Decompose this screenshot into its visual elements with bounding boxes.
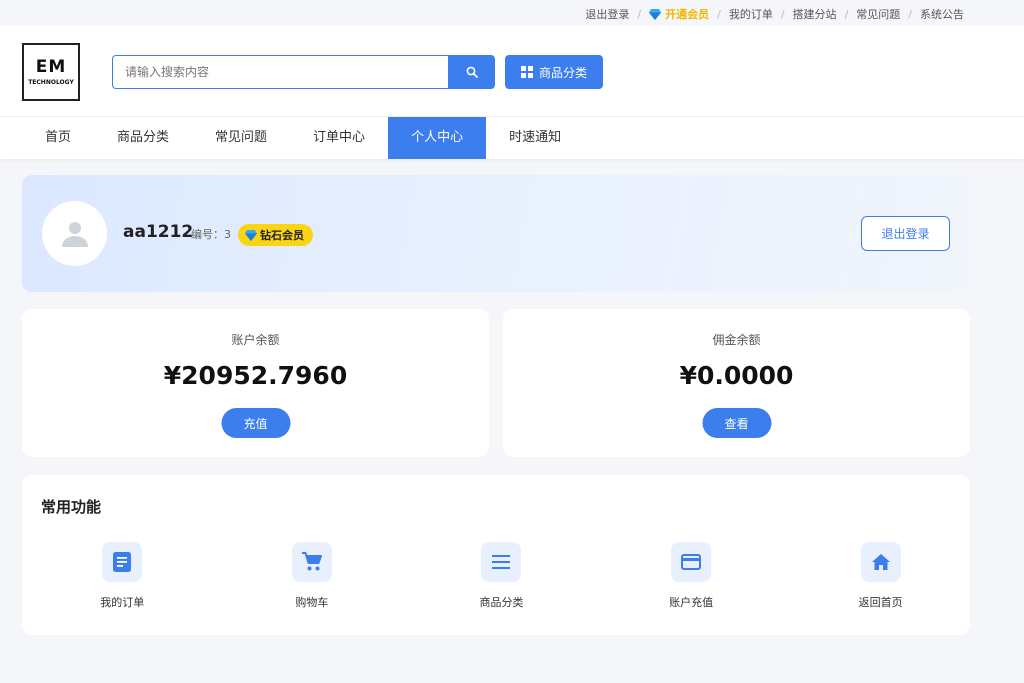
- list-icon: [481, 542, 522, 582]
- function-label: 账户充值: [669, 596, 714, 609]
- user-icon: [61, 221, 88, 247]
- commission-card: 佣金余额 ¥0.0000 查看: [503, 309, 970, 457]
- balance-amount: ¥20952.7960: [163, 361, 348, 390]
- logo-title: EM: [35, 56, 67, 77]
- commission-label: 佣金余额: [712, 333, 761, 347]
- nav-item-faq[interactable]: 常见问题: [192, 117, 290, 159]
- divider: /: [717, 7, 721, 21]
- member-badge-label: 钻石会员: [260, 229, 304, 242]
- top-faq-link[interactable]: 常见问题: [856, 6, 900, 22]
- function-my-orders[interactable]: 我的订单: [33, 542, 212, 610]
- top-logout-link[interactable]: 退出登录: [585, 6, 629, 22]
- diamond-icon: [649, 8, 662, 20]
- username: aa1212: [123, 222, 194, 242]
- top-vip-link[interactable]: 开通会员: [649, 6, 709, 22]
- functions-grid: 我的订单 购物车 商品分类 账户充值 返回首页: [22, 542, 970, 610]
- diamond-icon: [245, 229, 257, 241]
- functions-title: 常用功能: [41, 498, 102, 516]
- top-build-branch-link[interactable]: 搭建分站: [793, 6, 837, 22]
- category-button-label: 商品分类: [538, 65, 587, 80]
- nav-item-home[interactable]: 首页: [22, 117, 94, 159]
- top-bar: 退出登录 / 开通会员 / 我的订单 / 搭建分站 / 常见问题 / 系统公告: [0, 0, 1024, 26]
- logout-button[interactable]: 退出登录: [861, 216, 950, 251]
- top-vip-label: 开通会员: [665, 8, 710, 21]
- commission-amount: ¥0.0000: [679, 361, 794, 390]
- function-label: 商品分类: [479, 596, 524, 609]
- nav-item-orders[interactable]: 订单中心: [290, 117, 388, 159]
- divider: /: [844, 7, 849, 21]
- top-my-orders-link[interactable]: 我的订单: [729, 6, 773, 22]
- function-categories[interactable]: 商品分类: [412, 542, 591, 610]
- member-badge: 钻石会员: [238, 224, 313, 246]
- function-home[interactable]: 返回首页: [791, 542, 970, 610]
- main-nav: 首页 商品分类 常见问题 订单中心 个人中心 时速通知: [0, 117, 1024, 159]
- divider: /: [637, 7, 642, 21]
- divider: /: [780, 7, 785, 21]
- search-bar: [112, 55, 495, 89]
- nav-item-profile[interactable]: 个人中心: [388, 117, 487, 159]
- logo[interactable]: EM TECHNOLOGY: [22, 43, 80, 101]
- profile-card: aa1212 编号：3 钻石会员 退出登录: [22, 175, 970, 292]
- function-recharge[interactable]: 账户充值: [602, 542, 781, 610]
- home-icon: [860, 542, 901, 582]
- balance-label: 账户余额: [231, 333, 280, 347]
- grid-icon: [520, 66, 533, 78]
- common-functions: 常用功能 我的订单 购物车 商品分类 账户充值 返回首页: [22, 475, 970, 635]
- function-cart[interactable]: 购物车: [223, 542, 402, 610]
- search-button[interactable]: [448, 55, 495, 89]
- card-icon: [671, 542, 712, 582]
- top-links: 退出登录 / 开通会员 / 我的订单 / 搭建分站 / 常见问题 / 系统公告: [585, 6, 964, 22]
- top-announcement-link[interactable]: 系统公告: [920, 6, 964, 22]
- balance-card: 账户余额 ¥20952.7960 充值: [22, 309, 489, 457]
- search-input[interactable]: [112, 55, 448, 89]
- logo-subtitle: TECHNOLOGY: [28, 78, 74, 86]
- divider: /: [908, 7, 912, 21]
- recharge-button[interactable]: 充值: [221, 408, 290, 438]
- function-label: 我的订单: [100, 596, 145, 609]
- avatar[interactable]: [42, 201, 107, 266]
- function-label: 购物车: [295, 596, 329, 609]
- search-icon: [466, 66, 478, 78]
- view-commission-button[interactable]: 查看: [702, 408, 771, 438]
- user-id: 编号：3: [191, 228, 231, 241]
- category-button[interactable]: 商品分类: [505, 55, 603, 89]
- order-icon: [102, 542, 143, 582]
- function-label: 返回首页: [858, 596, 903, 609]
- header: EM TECHNOLOGY 商品分类: [0, 26, 1024, 117]
- nav-item-categories[interactable]: 商品分类: [94, 117, 192, 159]
- nav-item-notice[interactable]: 时速通知: [486, 117, 584, 159]
- cart-icon: [291, 542, 332, 582]
